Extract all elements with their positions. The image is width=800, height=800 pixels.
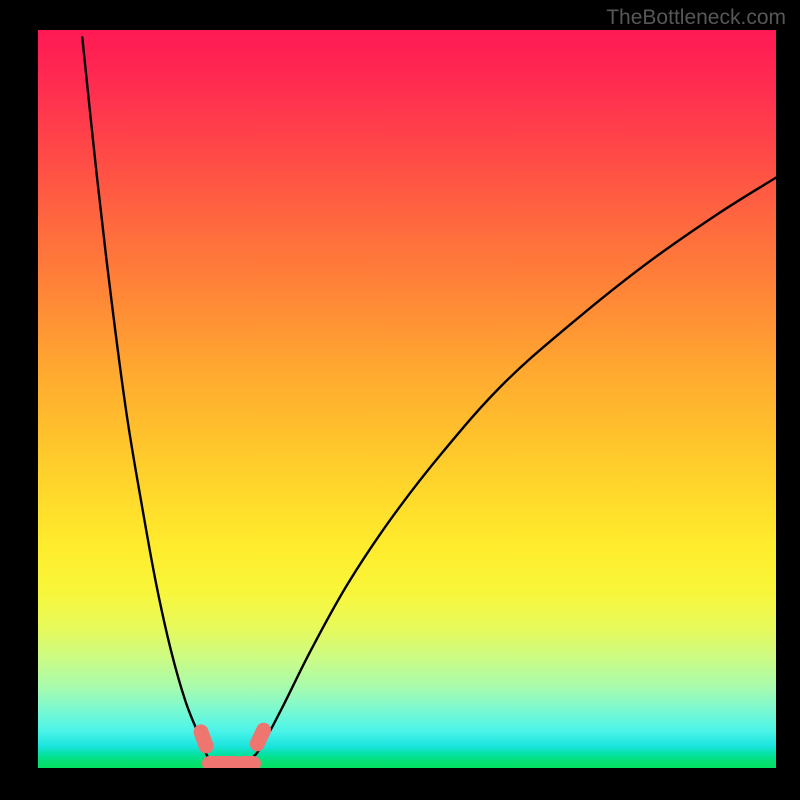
curve-left-branch [82, 37, 215, 764]
chart-data-marker [235, 756, 261, 768]
chart-curves-svg [38, 30, 776, 768]
curve-right-branch [245, 178, 776, 765]
chart-plot-area [38, 30, 776, 768]
watermark-text: TheBottleneck.com [606, 6, 786, 30]
